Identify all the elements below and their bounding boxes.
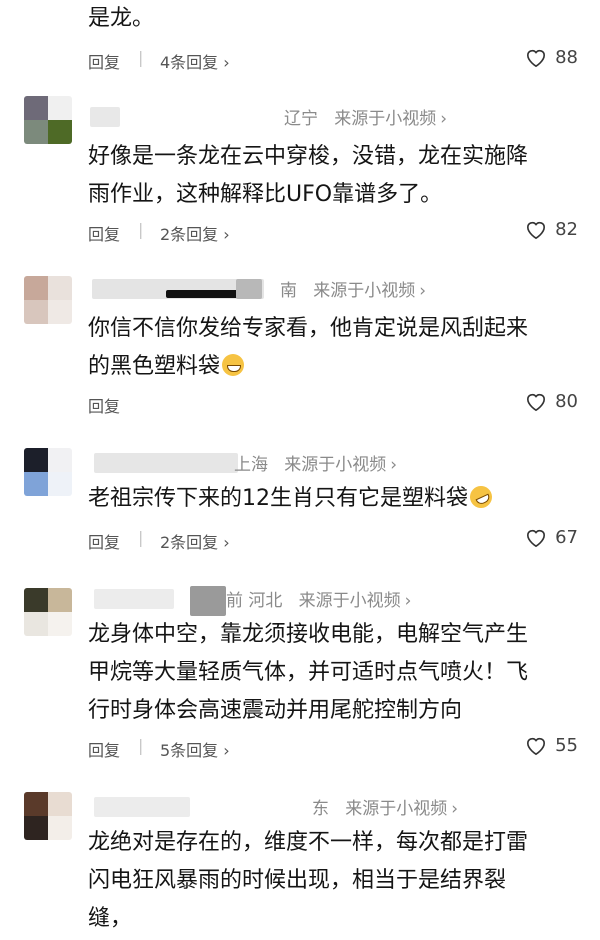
like-button[interactable]: 80 <box>525 391 578 412</box>
like-button[interactable]: 67 <box>525 527 578 548</box>
comment-actions: 回复 | 2条回复 › 82 <box>88 218 578 246</box>
like-button[interactable]: 82 <box>525 219 578 240</box>
separator: | <box>138 220 144 239</box>
comment-text: 龙绝对是存在的，维度不一样，每次都是打雷 闪电狂风暴雨的时候出现，相当于是结界裂… <box>88 824 578 938</box>
grinning-face-emoji <box>222 354 245 376</box>
separator: | <box>138 48 144 67</box>
comment-actions: 回复 | 4条回复 › 88 <box>88 46 578 74</box>
chevron-right-icon: › <box>440 109 448 129</box>
avatar[interactable] <box>24 588 72 636</box>
source-label: 来源于小视频 <box>313 281 416 301</box>
source-label: 来源于小视频 <box>298 591 401 611</box>
comment-meta: 辽宁 来源于小视频 › <box>90 102 570 130</box>
location: 东 <box>312 799 329 819</box>
avatar[interactable] <box>24 792 72 840</box>
comment-line: 闪电狂风暴雨的时候出现，相当于是结界裂 <box>88 868 507 893</box>
rolling-laughing-emoji <box>466 482 496 512</box>
comment-line: 行时身体会高速震动并用尾舵控制方向 <box>88 698 463 723</box>
comment-source[interactable]: 辽宁 来源于小视频 › <box>284 104 447 129</box>
like-button[interactable]: 55 <box>525 735 578 756</box>
avatar[interactable] <box>24 96 72 144</box>
chevron-right-icon: › <box>419 281 427 301</box>
chevron-right-icon: › <box>223 53 230 72</box>
comment-line: 甲烷等大量轻质气体，并可适时点气喷火！飞 <box>88 660 529 685</box>
reply-button[interactable]: 回复 <box>88 529 120 553</box>
replies-count: 5条回复 <box>160 741 219 760</box>
comment-source[interactable]: 东 来源于小视频 › <box>312 794 458 819</box>
heart-icon <box>527 737 546 755</box>
username-redacted <box>94 453 238 473</box>
comment-text: 龙身体中空，靠龙须接收电能，电解空气产生 甲烷等大量轻质气体，并可适时点气喷火！… <box>88 616 578 730</box>
username-redacted <box>94 589 174 609</box>
comment-source[interactable]: 南 来源于小视频 › <box>280 276 426 301</box>
comment-actions: 回复 | 2条回复 › 67 <box>88 526 578 554</box>
view-replies-link[interactable]: 2条回复 › <box>160 221 230 245</box>
comment-line: 老祖宗传下来的12生肖只有它是塑料袋 <box>88 480 578 518</box>
comment-actions: 回复 80 <box>88 390 578 418</box>
comment-text: 你信不信你发给专家看，他肯定说是风刮起来 的黑色塑料袋 <box>88 310 578 386</box>
like-count: 88 <box>555 47 578 68</box>
location: 南 <box>280 281 297 301</box>
location: 前 河北 <box>226 591 283 611</box>
username-redacted <box>190 586 226 616</box>
source-label: 来源于小视频 <box>284 455 387 475</box>
comment-actions: 回复 | 5条回复 › 55 <box>88 734 578 762</box>
comment-meta: 上海 来源于小视频 › <box>90 448 570 476</box>
comment-line: 龙身体中空，靠龙须接收电能，电解空气产生 <box>88 622 529 647</box>
comment-line: 雨作业，这种解释比UFO靠谱多了。 <box>88 182 443 207</box>
reply-button[interactable]: 回复 <box>88 393 120 417</box>
comment-meta: 南 来源于小视频 › <box>90 274 570 302</box>
heart-icon <box>527 393 546 411</box>
comment-line: 好像是一条龙在云中穿梭，没错，龙在实施降 <box>88 144 529 169</box>
heart-icon <box>527 529 546 547</box>
location: 辽宁 <box>284 109 318 129</box>
replies-count: 4条回复 <box>160 53 219 72</box>
separator: | <box>138 736 144 755</box>
view-replies-link[interactable]: 4条回复 › <box>160 49 230 73</box>
like-count: 55 <box>555 735 578 756</box>
comment-line: 你信不信你发给专家看，他肯定说是风刮起来 <box>88 316 529 341</box>
chevron-right-icon: › <box>451 799 459 819</box>
source-label: 来源于小视频 <box>334 109 437 129</box>
comment-meta: 东 来源于小视频 › <box>90 792 570 820</box>
reply-button[interactable]: 回复 <box>88 221 120 245</box>
like-count: 67 <box>555 527 578 548</box>
heart-icon <box>527 221 546 239</box>
comment-source[interactable]: 前 河北 来源于小视频 › <box>226 586 411 611</box>
chevron-right-icon: › <box>223 741 230 760</box>
chevron-right-icon: › <box>223 533 230 552</box>
comment-line: 是龙。 <box>88 6 155 31</box>
username-redacted <box>90 107 120 127</box>
comment-line: 缝， <box>88 906 133 931</box>
chevron-right-icon: › <box>390 455 398 475</box>
source-label: 来源于小视频 <box>345 799 448 819</box>
replies-count: 2条回复 <box>160 533 219 552</box>
chevron-right-icon: › <box>404 591 412 611</box>
replies-count: 2条回复 <box>160 225 219 244</box>
like-count: 82 <box>555 219 578 240</box>
comment-source[interactable]: 上海 来源于小视频 › <box>234 450 397 475</box>
heart-icon <box>527 49 546 67</box>
like-button[interactable]: 88 <box>525 47 578 68</box>
separator: | <box>138 528 144 547</box>
username-redacted <box>236 279 262 299</box>
view-replies-link[interactable]: 2条回复 › <box>160 529 230 553</box>
username-redacted <box>94 797 190 817</box>
view-replies-link[interactable]: 5条回复 › <box>160 737 230 761</box>
comment-line: 龙绝对是存在的，维度不一样，每次都是打雷 <box>88 830 529 855</box>
comment-meta: 前 河北 来源于小视频 › <box>90 584 570 616</box>
location: 上海 <box>234 455 268 475</box>
comment-text: 老祖宗传下来的12生肖只有它是塑料袋 <box>88 480 578 518</box>
reply-button[interactable]: 回复 <box>88 49 120 73</box>
avatar[interactable] <box>24 276 72 324</box>
comment-line: 的黑色塑料袋 <box>88 348 578 386</box>
comment-text: 是龙。 <box>88 0 578 38</box>
reply-button[interactable]: 回复 <box>88 737 120 761</box>
like-count: 80 <box>555 391 578 412</box>
avatar[interactable] <box>24 448 72 496</box>
chevron-right-icon: › <box>223 225 230 244</box>
comment-text: 好像是一条龙在云中穿梭，没错，龙在实施降 雨作业，这种解释比UFO靠谱多了。 <box>88 138 578 214</box>
